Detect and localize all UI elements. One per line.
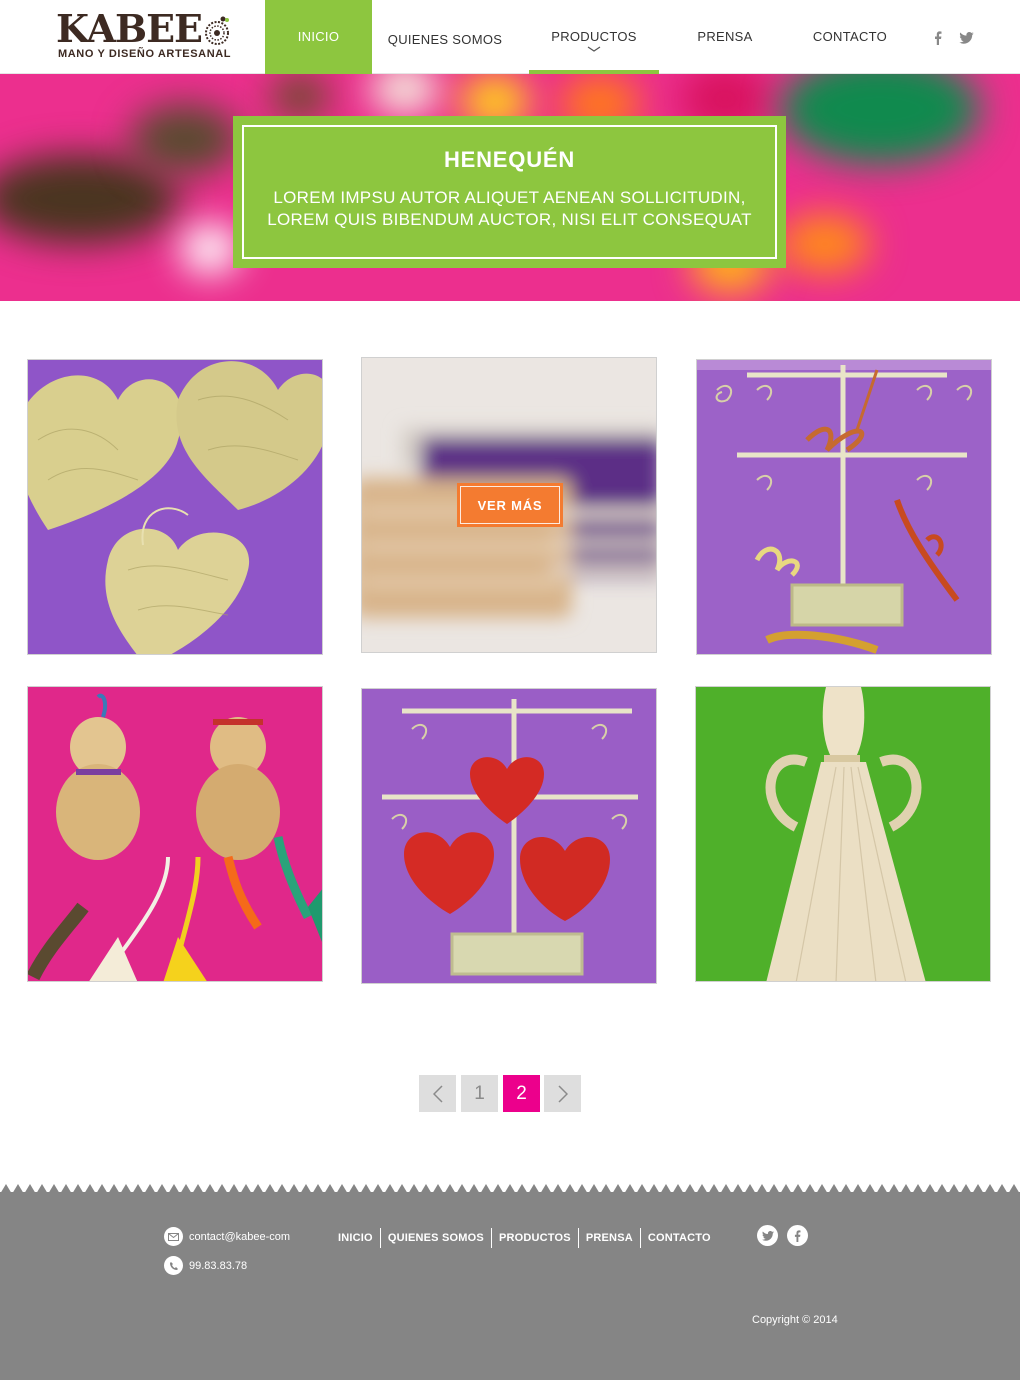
hero-caption-frame: HENEQUÉN LOREM IMPSU AUTOR ALIQUET AENEA… — [242, 125, 777, 259]
product-tile-gourds-tassels[interactable] — [27, 686, 323, 982]
facebook-icon[interactable] — [787, 1225, 808, 1246]
footer-nav-prensa[interactable]: PRENSA — [579, 1232, 640, 1244]
product-image — [697, 360, 991, 654]
flower-icon — [205, 16, 229, 45]
chevron-right-icon — [557, 1084, 568, 1103]
product-tile-fiber-angel[interactable] — [695, 686, 991, 982]
site-header: KABEE MANO Y DISEÑO ARTESANAL INICIO QUI… — [0, 0, 1020, 75]
product-image — [696, 687, 990, 981]
hero-title: HENEQUÉN — [443, 147, 576, 172]
logo-wordmark: KABEE — [56, 6, 203, 51]
nav-inicio[interactable]: INICIO — [265, 0, 372, 74]
footer-nav-inicio[interactable]: INICIO — [338, 1232, 380, 1244]
hero-text: LOREM IMPSU AUTOR ALIQUET AENEAN SOLLICI… — [267, 188, 752, 229]
twitter-icon[interactable] — [757, 1225, 778, 1246]
product-image — [28, 360, 322, 654]
footer-nav: INICIO QUIENES SOMOS PRODUCTOS PRENSA CO… — [338, 1228, 718, 1248]
site-footer — [0, 1180, 1020, 1380]
footer-phone: 99.83.83.78 — [164, 1256, 247, 1275]
hero-bg-shape — [370, 74, 440, 114]
ver-mas-button[interactable]: VER MÁS — [457, 483, 563, 527]
logo-tagline: MANO Y DISEÑO ARTESANAL — [58, 48, 232, 60]
product-tile-basket[interactable]: VER MÁS — [361, 357, 657, 653]
pagination-page-2-current[interactable]: 2 — [503, 1075, 540, 1112]
nav-label: INICIO — [297, 28, 340, 44]
logo[interactable]: KABEE MANO Y DISEÑO ARTESANAL — [56, 10, 236, 64]
product-image — [362, 689, 656, 983]
pagination-next-button[interactable] — [544, 1075, 581, 1112]
pagination-page-1[interactable]: 1 — [461, 1075, 498, 1112]
phone-icon — [164, 1256, 183, 1275]
hero-caption-box: HENEQUÉN LOREM IMPSU AUTOR ALIQUET AENEA… — [233, 116, 786, 268]
nav-quienes-somos[interactable]: QUIENES SOMOS — [383, 0, 507, 74]
pagination-prev-button[interactable] — [419, 1075, 456, 1112]
nav-label: CONTACTO — [812, 28, 888, 44]
hero-bg-shape — [130, 104, 240, 174]
facebook-icon[interactable] — [930, 30, 946, 46]
hero-banner: HENEQUÉN LOREM IMPSU AUTOR ALIQUET AENEA… — [0, 74, 1020, 301]
hero-bg-shape — [180, 224, 240, 274]
footer-email[interactable]: contact@kabee-com — [164, 1227, 290, 1246]
nav-label: PRENSA — [697, 28, 753, 44]
product-tile-woven-hearts[interactable] — [27, 359, 323, 655]
product-image — [28, 687, 322, 981]
chevron-down-icon — [587, 46, 601, 52]
nav-label: PRODUCTOS — [551, 28, 637, 44]
footer-nav-quienes-somos[interactable]: QUIENES SOMOS — [381, 1232, 491, 1244]
copyright-text: Copyright © 2014 — [752, 1314, 838, 1326]
footer-body — [0, 1192, 1020, 1380]
nav-contacto[interactable]: CONTACTO — [800, 0, 900, 74]
hero-bg-shape — [780, 214, 870, 274]
mail-icon — [164, 1227, 183, 1246]
footer-phone-text: 99.83.83.78 — [189, 1259, 248, 1272]
product-tile-stand-red-hearts[interactable] — [361, 688, 657, 984]
product-tile-stand-ribbons[interactable] — [696, 359, 992, 655]
nav-productos[interactable]: PRODUCTOS — [529, 0, 659, 75]
footer-email-text: contact@kabee-com — [189, 1230, 291, 1243]
hero-bg-shape — [270, 74, 330, 119]
nav-prensa[interactable]: PRENSA — [680, 0, 770, 74]
footer-nav-contacto[interactable]: CONTACTO — [641, 1232, 718, 1244]
twitter-icon[interactable] — [958, 30, 974, 46]
chevron-left-icon — [432, 1084, 443, 1103]
hero-bg-shape — [780, 74, 980, 164]
nav-label: QUIENES SOMOS — [387, 31, 503, 47]
footer-nav-productos[interactable]: PRODUCTOS — [492, 1232, 578, 1244]
